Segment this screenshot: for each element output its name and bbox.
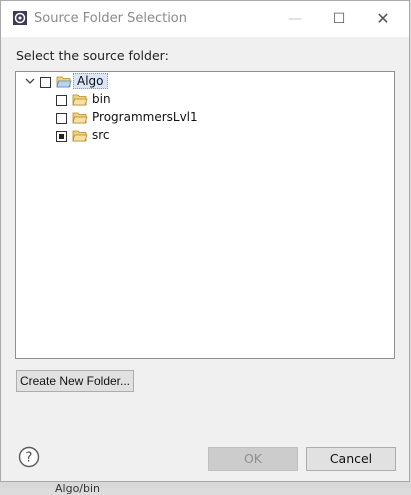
eclipse-app-icon	[13, 11, 27, 25]
dialog-title: Source Folder Selection	[34, 11, 187, 26]
tree-item-label: Algo	[73, 73, 108, 89]
minimize-button[interactable]: —	[285, 9, 305, 29]
checkbox-src[interactable]	[56, 131, 67, 142]
folder-icon	[72, 130, 88, 142]
folder-tree[interactable]: Algo bin ProgrammersLvl1 src	[15, 71, 395, 359]
folder-icon	[72, 94, 88, 106]
tree-item-root[interactable]: Algo	[16, 73, 392, 91]
folder-open-icon	[56, 76, 72, 88]
tree-item-programmerslvl1[interactable]: ProgrammersLvl1	[16, 109, 392, 127]
tree-item-label: ProgrammersLvl1	[92, 110, 198, 124]
ok-button[interactable]: OK	[208, 447, 298, 471]
tree-item-label: bin	[92, 92, 111, 106]
checkbox-bin[interactable]	[56, 95, 67, 106]
background-path-text: Algo/bin	[55, 482, 101, 495]
create-new-folder-button[interactable]: Create New Folder...	[16, 370, 134, 392]
cancel-button[interactable]: Cancel	[306, 447, 396, 471]
source-folder-dialog: Source Folder Selection — ☐ ✕ Select the…	[0, 0, 410, 482]
title-bar: Source Folder Selection — ☐ ✕	[1, 1, 409, 37]
tree-item-bin[interactable]: bin	[16, 91, 392, 109]
checkbox-programmerslvl1[interactable]	[56, 113, 67, 124]
tree-item-label: src	[92, 128, 110, 142]
chevron-down-icon[interactable]	[24, 75, 36, 87]
maximize-button[interactable]: ☐	[329, 9, 349, 29]
folder-icon	[72, 112, 88, 124]
checkbox-root[interactable]	[40, 77, 51, 88]
tree-item-src[interactable]: src	[16, 127, 392, 145]
help-icon[interactable]: ?	[18, 446, 40, 468]
help-icon-glyph: ?	[26, 451, 33, 466]
prompt-label: Select the source folder:	[16, 48, 169, 63]
close-button[interactable]: ✕	[373, 9, 393, 29]
